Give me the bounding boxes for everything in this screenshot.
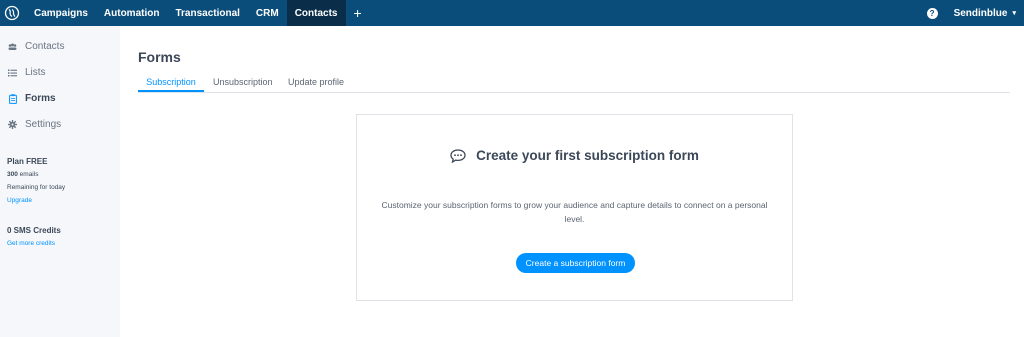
users-icon <box>8 42 17 51</box>
nav-crm[interactable]: CRM <box>248 0 287 26</box>
nav-automation[interactable]: Automation <box>96 0 168 26</box>
forms-tabs: Subscription Unsubscription Update profi… <box>138 73 1010 93</box>
nav-contacts[interactable]: Contacts <box>286 0 346 26</box>
page-title: Forms <box>138 49 181 65</box>
clipboard-icon <box>8 93 17 104</box>
tab-unsubscription[interactable]: Unsubscription <box>213 73 273 92</box>
gear-icon <box>8 120 17 129</box>
sendinblue-logo-icon[interactable] <box>0 0 24 26</box>
empty-state-description: Customize your subscription forms to gro… <box>381 200 768 224</box>
sidebar-item-contacts[interactable]: Contacts <box>8 41 64 52</box>
sidebar-item-lists[interactable]: Lists <box>8 67 46 78</box>
sidebar-item-label: Lists <box>25 67 46 78</box>
plan-title: Plan FREE <box>7 157 48 166</box>
tab-subscription[interactable]: Subscription <box>138 73 204 92</box>
sidebar-item-label: Settings <box>25 119 62 130</box>
sidebar-item-settings[interactable]: Settings <box>8 119 61 130</box>
plan-emails: 300 emails <box>7 171 38 178</box>
sidebar-item-forms[interactable]: Forms <box>8 93 56 104</box>
account-name: Sendinblue <box>953 7 1008 19</box>
sidebar-item-label: Forms <box>25 93 56 104</box>
nav-transactional[interactable]: Transactional <box>167 0 247 26</box>
top-navigation-bar: Campaigns Automation Transactional CRM C… <box>0 0 1024 26</box>
caret-down-icon: ▾ <box>1012 10 1016 17</box>
sms-credits-title: 0 SMS Credits <box>7 226 61 235</box>
create-subscription-form-button[interactable]: Create a subscription form <box>516 253 635 273</box>
account-menu[interactable]: Sendinblue ▾ <box>954 8 1016 19</box>
list-icon <box>8 68 17 77</box>
empty-state-title: Create your first subscription form <box>476 148 699 163</box>
sidebar: Contacts Lists Forms Settings Plan FREE … <box>0 26 120 337</box>
nav-campaigns[interactable]: Campaigns <box>24 0 96 26</box>
topbar-right-group: ? Sendinblue ▾ <box>926 0 1024 26</box>
empty-state-header: Create your first subscription form <box>357 148 792 163</box>
empty-state-card: Create your first subscription form Cust… <box>356 114 793 301</box>
plan-remaining: Remaining for today <box>7 184 66 191</box>
upgrade-link[interactable]: Upgrade <box>7 197 32 204</box>
plan-emails-unit: emails <box>17 171 39 178</box>
sidebar-item-label: Contacts <box>25 41 65 52</box>
help-icon[interactable]: ? <box>926 7 938 19</box>
plan-emails-count: 300 <box>7 171 18 178</box>
add-nav-item-button[interactable]: + <box>346 0 370 26</box>
get-more-credits-link[interactable]: Get more credits <box>7 240 55 247</box>
tab-update-profile[interactable]: Update profile <box>288 73 344 92</box>
chat-bubble-icon <box>450 148 466 163</box>
